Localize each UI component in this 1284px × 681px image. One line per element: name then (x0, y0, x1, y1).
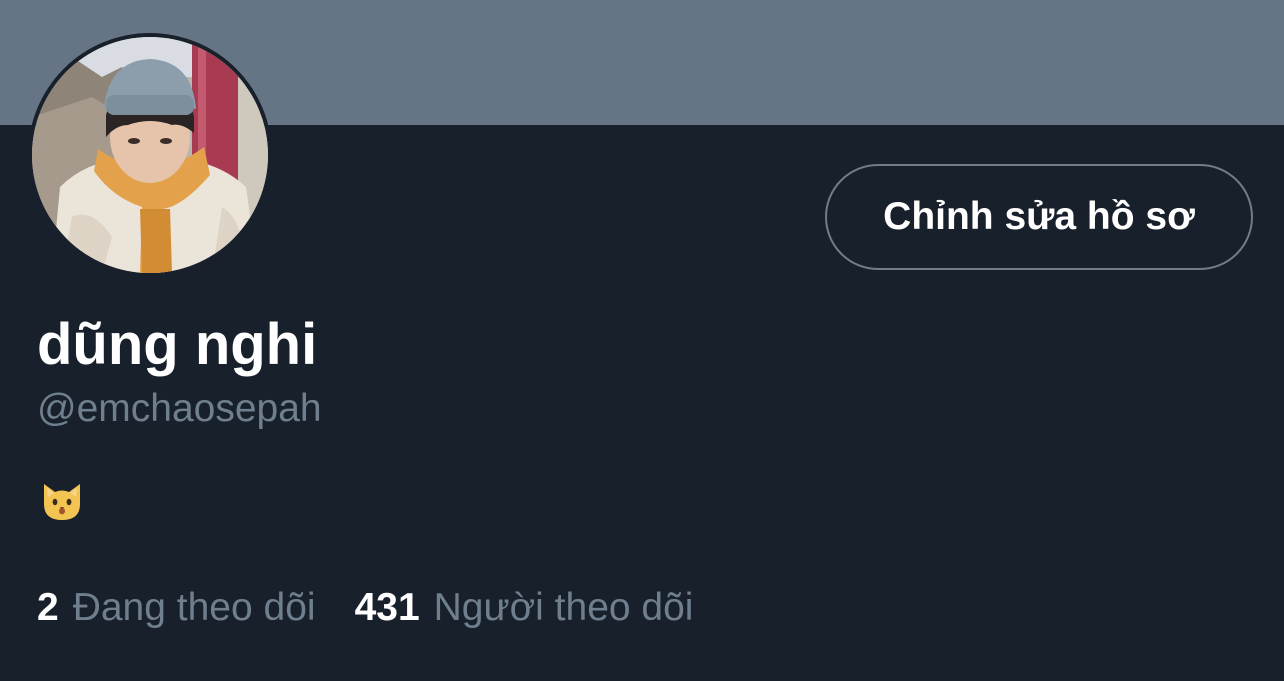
following-count: 2 (37, 586, 59, 629)
followers-stat[interactable]: 431 Người theo dõi (355, 584, 694, 632)
followers-count: 431 (354, 586, 420, 629)
username-handle: @emchaosepah (37, 387, 322, 430)
edit-profile-button[interactable]: Chỉnh sửa hồ sơ (825, 164, 1253, 270)
avatar-photo (32, 37, 268, 273)
followers-label: Người theo dõi (433, 586, 694, 629)
profile-stats: 2 Đang theo dõi 431 Người theo dõi (37, 584, 693, 632)
display-name: dũng nghi (37, 312, 318, 377)
avatar[interactable] (28, 33, 272, 277)
bio (40, 478, 84, 524)
following-label: Đang theo dõi (72, 586, 316, 629)
cat-face-icon (44, 484, 80, 520)
following-stat[interactable]: 2 Đang theo dõi (37, 584, 316, 632)
